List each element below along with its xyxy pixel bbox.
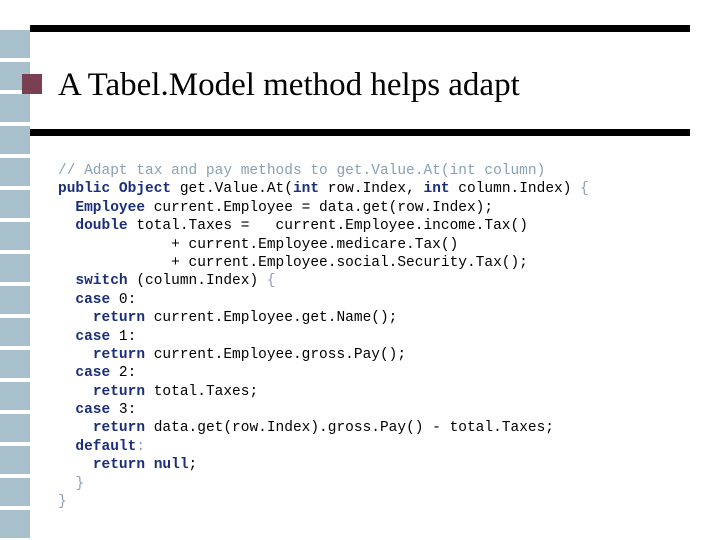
code-token: : [136,438,146,455]
code-line: } [58,493,698,511]
code-token: 0: [110,291,137,308]
code-line: return data.get(row.Index).gross.Pay() -… [58,419,698,437]
code-line: case 0: [58,291,698,309]
code-token: return [92,457,146,474]
code-token: return [92,346,146,363]
stripe-segment [0,222,30,250]
stripe-segment [0,286,30,314]
code-token: get.Value.At( [171,181,293,198]
stripe-segment [0,510,30,538]
stripe-segment [0,30,30,58]
code-token: (column.Index) [127,273,267,290]
code-token: current.Employee.get.Name(); [145,310,398,327]
stripe-segment [0,382,30,410]
code-token: int [423,181,450,198]
stripe-segment [0,94,30,122]
code-token: // Adapt tax and pay methods to get.Valu… [58,163,546,179]
code-token: int [292,181,320,198]
stripe-segment [0,414,30,442]
code-token: public [58,181,111,198]
title-underline-bar [30,129,690,136]
code-line: + current.Employee.social.Security.Tax()… [58,254,698,272]
code-line: case 1: [58,328,698,346]
code-token: total.Taxes = current.Employee.income.Ta… [127,218,528,235]
top-divider-bar [30,25,690,32]
code-token: ; [188,457,198,474]
code-line: return current.Employee.gross.Pay(); [58,346,698,364]
stripe-segment [0,158,30,186]
code-line: + current.Employee.medicare.Tax() [58,236,698,254]
code-line: case 2: [58,364,698,382]
code-token: return [92,383,146,400]
code-line: return current.Employee.get.Name(); [58,309,698,327]
code-token: null [153,457,189,474]
title-bullet-square [22,74,42,94]
code-token: row.Index, [319,181,424,198]
stripe-segment [0,254,30,282]
code-line: double total.Taxes = current.Employee.in… [58,217,698,235]
code-line: return null; [58,456,698,474]
code-token: switch [75,273,128,290]
stripe-segment [0,318,30,346]
code-token: { [580,181,589,198]
code-token: data.get(row.Index).gross.Pay() - total.… [145,420,554,437]
code-token: double [75,218,128,235]
code-token: Employee [75,199,146,216]
code-token: default [75,438,137,455]
slide: A Tabel.Model method helps adapt // Adap… [0,0,720,540]
stripe-segment [0,126,30,154]
code-token: column.Index) [449,181,581,198]
code-line: switch (column.Index) { [58,272,698,290]
code-token: total.Taxes; [145,383,259,400]
code-token: case [75,402,111,419]
code-line: public Object get.Value.At(int row.Index… [58,180,698,198]
code-line: case 3: [58,401,698,419]
code-line: default: [58,438,698,456]
stripe-segment [0,350,30,378]
stripe-segment [0,478,30,506]
code-token: current.Employee = data.get(row.Index); [145,199,494,216]
code-token: case [75,365,111,382]
stripe-segment [0,190,30,218]
code-token: } [75,475,85,492]
code-line: Employee current.Employee = data.get(row… [58,199,698,217]
code-token: case [75,291,111,308]
code-listing: // Adapt tax and pay methods to get.Valu… [58,162,698,511]
stripe-segment [0,446,30,474]
code-token: + current.Employee.social.Security.Tax()… [58,254,528,271]
code-line: return total.Taxes; [58,383,698,401]
code-token: + current.Employee.medicare.Tax() [58,236,459,253]
code-token: 3: [110,402,137,419]
code-token: { [266,273,276,290]
code-token: return [92,310,146,327]
page-title: A Tabel.Model method helps adapt [58,67,520,103]
code-token: 2: [110,365,137,382]
code-token: current.Employee.gross.Pay(); [145,346,407,363]
code-token: } [58,494,67,511]
code-token: return [92,420,146,437]
code-token: 1: [110,328,137,345]
code-line: } [58,475,698,493]
code-token: case [75,328,111,345]
code-token: Object [118,181,172,198]
code-line: // Adapt tax and pay methods to get.Valu… [58,162,698,180]
